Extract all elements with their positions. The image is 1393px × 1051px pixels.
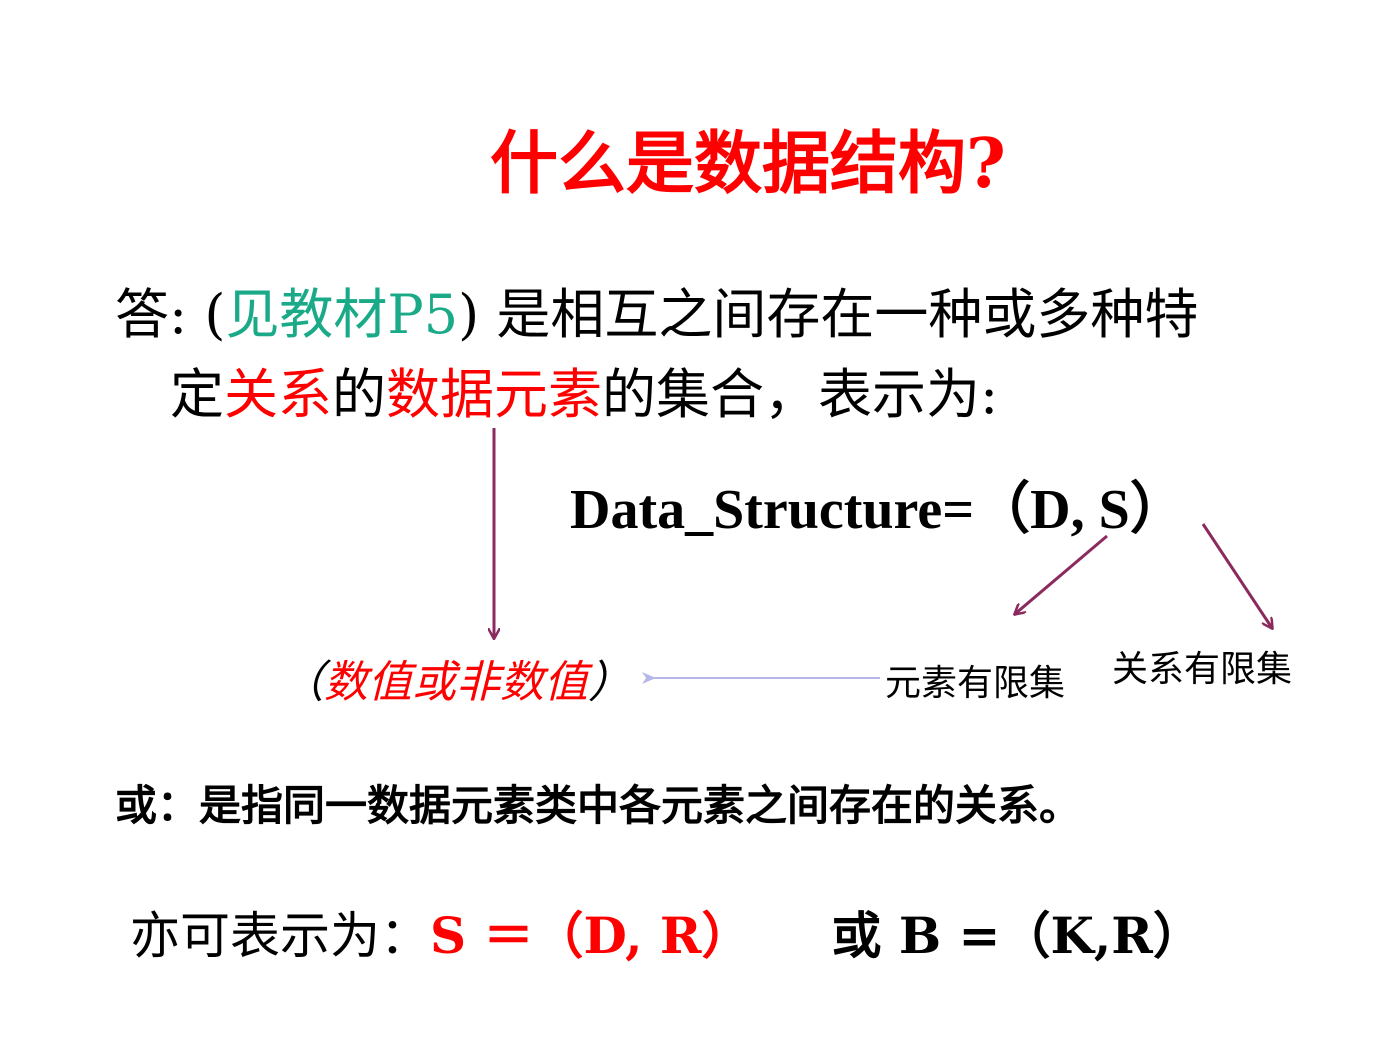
element-set-arrow [1015,534,1108,614]
arrows-layer [0,428,1393,684]
relation-set-arrow [1201,523,1272,628]
